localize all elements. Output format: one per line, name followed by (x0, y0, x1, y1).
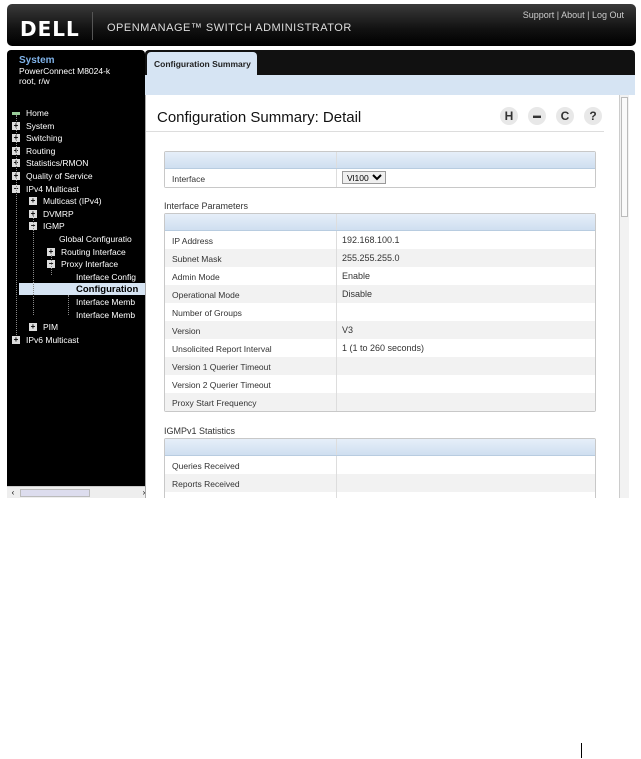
header-bar: DELL OPENMANAGE™ SWITCH ADMINISTRATOR Su… (7, 4, 636, 46)
table-header (165, 439, 595, 456)
nav-item[interactable]: Statistics/RMON (26, 158, 88, 168)
row-label: Queries Received (172, 461, 240, 471)
table-row: Reports Received (165, 474, 595, 492)
table-row: Number of Groups (165, 303, 595, 321)
table-row: Subnet Mask 255.255.255.0 (165, 249, 595, 267)
content-area: Configuration Summary: Detail H ▬ C ? In… (145, 95, 619, 498)
logout-link[interactable]: Log Out (592, 10, 624, 20)
row-label: Reports Received (172, 479, 240, 489)
row-value: 1 (1 to 260 seconds) (342, 343, 425, 353)
help-icon[interactable]: ? (584, 107, 602, 125)
row-label: Subnet Mask (172, 254, 222, 264)
system-info: System PowerConnect M8024-k root, r/w (19, 55, 111, 87)
nav-item[interactable]: Routing (26, 146, 55, 156)
row-label: Reports Sent (172, 497, 222, 498)
row-label: Version 2 Querier Timeout (172, 380, 271, 390)
page-margin-mark (581, 743, 582, 758)
save-icon[interactable]: H (500, 107, 518, 125)
print-icon[interactable]: ▬ (528, 107, 546, 125)
scroll-left-icon[interactable]: ‹ (8, 488, 18, 498)
nav-item[interactable]: IPv6 Multicast (26, 335, 79, 345)
nav-item[interactable]: Proxy Interface (61, 259, 118, 269)
table-row: Proxy Start Frequency (165, 393, 595, 411)
dell-logo: DELL (20, 17, 80, 41)
row-label: Admin Mode (172, 272, 220, 282)
nav-item[interactable]: PIM (43, 322, 58, 332)
section-title: Interface Parameters (164, 201, 249, 211)
nav-horizontal-scrollbar[interactable]: ‹ › (7, 486, 193, 498)
scroll-thumb[interactable] (621, 97, 628, 217)
nav-item[interactable]: Interface Memb (76, 310, 135, 320)
row-value: V3 (342, 325, 354, 335)
interface-parameters-table: IP Address 192.168.100.1 Subnet Mask 255.25… (164, 213, 596, 412)
table-row: Reports Sent (165, 492, 595, 498)
expand-icon[interactable]: + (29, 197, 37, 206)
nav-item[interactable]: Configuration (76, 284, 138, 295)
table-row: Admin Mode Enable (165, 267, 595, 285)
table-row: IP Address 192.168.100.1 (165, 231, 595, 249)
row-label: Version 1 Querier Timeout (172, 362, 271, 372)
nav-item[interactable]: Global Configuratio (59, 234, 132, 244)
tab-configuration-summary[interactable]: Configuration Summary (147, 52, 257, 75)
section-title: IGMPv1 Statistics (164, 426, 236, 436)
interface-table: Interface Vl100 (164, 151, 596, 188)
table-row: Interface Vl100 (165, 169, 595, 187)
expand-icon[interactable]: + (12, 335, 20, 344)
igmpv1-statistics-table: Queries Received Reports Received Reports … (164, 438, 596, 498)
interface-select[interactable]: Vl100 (342, 171, 386, 184)
table-row: Unsolicited Report Interval 1 (1 to 260 s… (165, 339, 595, 357)
tree-line (16, 115, 17, 335)
system-user: root, r/w (19, 76, 50, 86)
product-title: OPENMANAGE™ SWITCH ADMINISTRATOR (107, 22, 352, 34)
tree-line (33, 215, 34, 315)
nav-item[interactable]: Interface Memb (76, 297, 135, 307)
table-row: Operational Mode Disable (165, 285, 595, 303)
refresh-icon[interactable]: C (556, 107, 574, 125)
content-vertical-scrollbar[interactable] (619, 95, 629, 498)
row-label: Proxy Start Frequency (172, 398, 257, 408)
table-header (165, 152, 595, 169)
nav-item[interactable]: Switching (26, 133, 62, 143)
interface-label: Interface (172, 174, 206, 184)
scroll-thumb[interactable] (20, 489, 193, 497)
row-value: Disable (342, 289, 373, 299)
tab-band (145, 75, 635, 95)
nav-item[interactable]: Home (26, 108, 49, 118)
row-label: Version (172, 326, 201, 336)
table-row: Version 1 Querier Timeout (165, 357, 595, 375)
table-row: Version 2 Querier Timeout (165, 375, 595, 393)
nav-item[interactable]: Multicast (IPv4) (43, 196, 102, 206)
nav-tree: Home + System + Switching + Routing + Statistics… (7, 105, 148, 485)
system-model: PowerConnect M8024-k (19, 66, 111, 76)
divider (92, 12, 93, 40)
nav-item[interactable]: IPv4 Multicast (26, 184, 79, 194)
table-header (165, 214, 595, 231)
nav-item[interactable]: Quality of Service (26, 171, 93, 181)
support-link[interactable]: Support (523, 10, 555, 20)
nav-item[interactable]: Routing Interface (61, 247, 126, 257)
system-title: System (19, 55, 55, 66)
about-link[interactable]: About (561, 10, 585, 20)
nav-item[interactable]: Interface Config (76, 272, 136, 282)
row-label: Number of Groups (172, 308, 242, 318)
nav-item[interactable]: DVMRP (43, 209, 74, 219)
table-row: Queries Received (165, 456, 595, 474)
page-title: Configuration Summary: Detail (157, 109, 362, 126)
nav-panel: System PowerConnect M8024-k root, r/w Ho… (7, 50, 193, 498)
nav-item[interactable]: System (26, 121, 54, 131)
row-label: IP Address (172, 236, 213, 246)
nav-item[interactable]: IGMP (43, 221, 65, 231)
row-value: Enable (342, 271, 371, 281)
divider (146, 131, 604, 132)
tree-line (68, 295, 69, 315)
expand-icon[interactable]: + (29, 323, 37, 332)
row-label: Unsolicited Report Interval (172, 344, 272, 354)
table-row: Version V3 (165, 321, 595, 339)
row-value: 192.168.100.1 (342, 235, 400, 245)
row-value: 255.255.255.0 (342, 253, 400, 263)
top-links: Support | About | Log Out (522, 10, 624, 20)
row-label: Operational Mode (172, 290, 240, 300)
tree-line (51, 255, 52, 275)
